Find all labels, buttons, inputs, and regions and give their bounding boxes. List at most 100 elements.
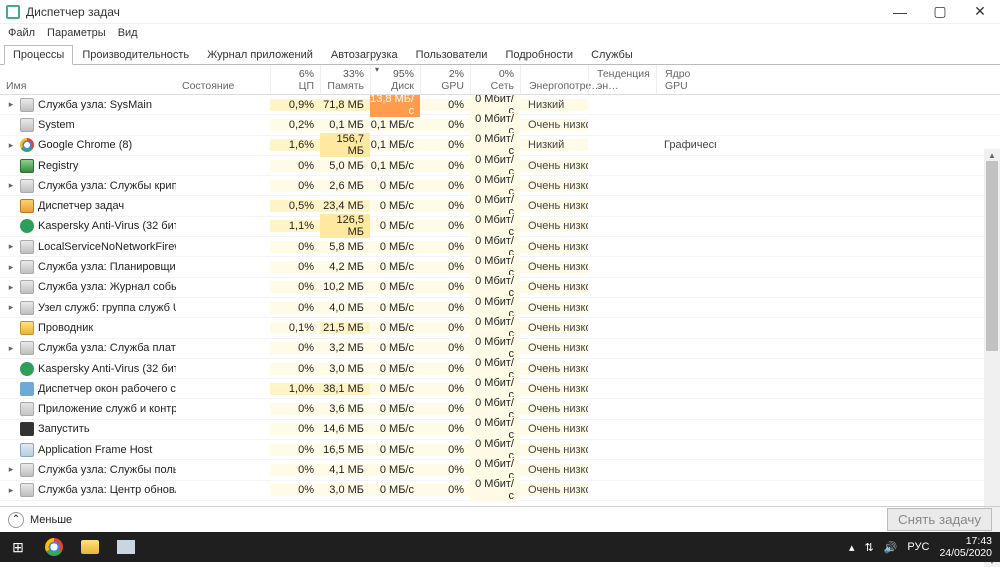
fewer-details-button[interactable]: Меньше xyxy=(30,514,72,526)
process-name: Application Frame Host xyxy=(38,444,152,456)
menubar: Файл Параметры Вид xyxy=(0,24,1000,42)
process-icon xyxy=(20,98,34,112)
process-name: Запустить xyxy=(38,423,90,435)
memory-value: 21,5 МБ xyxy=(320,322,370,334)
expand-icon[interactable]: ▸ xyxy=(6,140,16,151)
tab-details[interactable]: Подробности xyxy=(496,45,582,65)
gpu-value: 0% xyxy=(420,281,470,293)
memory-value: 23,4 МБ xyxy=(320,200,370,212)
header-trend[interactable]: Тенденция эн… xyxy=(588,65,656,94)
expand-icon[interactable]: ▸ xyxy=(6,302,16,313)
minimize-button[interactable]: — xyxy=(880,0,920,24)
cpu-value: 0% xyxy=(270,342,320,354)
gpu-value: 0% xyxy=(420,220,470,232)
gpu-value: 0% xyxy=(420,484,470,496)
process-name: Диспетчер окон рабочего стола xyxy=(38,383,176,395)
header-name[interactable]: Имя xyxy=(0,65,176,94)
expand-icon[interactable]: ▸ xyxy=(6,262,16,273)
tray-overflow-icon[interactable]: ▴ xyxy=(849,541,855,554)
tab-performance[interactable]: Производительность xyxy=(73,45,198,65)
header-memory[interactable]: 33%Память xyxy=(320,65,370,94)
memory-value: 10,2 МБ xyxy=(320,281,370,293)
memory-value: 5,0 МБ xyxy=(320,160,370,172)
process-name: Узел служб: группа служб Uni… xyxy=(38,302,176,314)
process-icon xyxy=(20,443,34,457)
tab-users[interactable]: Пользователи xyxy=(407,45,497,65)
memory-value: 14,6 МБ xyxy=(320,423,370,435)
power-value: Очень низкое xyxy=(520,180,588,192)
header-disk[interactable]: ▾95%Диск xyxy=(370,65,420,94)
cpu-value: 0,2% xyxy=(270,119,320,131)
header-cpu[interactable]: 6%ЦП xyxy=(270,65,320,94)
cpu-value: 0% xyxy=(270,302,320,314)
header-status[interactable]: Состояние xyxy=(176,65,270,94)
cpu-value: 0% xyxy=(270,403,320,415)
gpucore-value: Графическ… xyxy=(656,139,716,151)
cpu-value: 1,6% xyxy=(270,139,320,151)
process-name: LocalServiceNoNetworkFirewall … xyxy=(38,241,176,253)
process-icon xyxy=(20,341,34,355)
process-name: Kaspersky Anti-Virus (32 бита) xyxy=(38,220,176,232)
disk-value: 0 МБ/с xyxy=(370,484,420,496)
power-value: Очень низкое xyxy=(520,363,588,375)
process-icon xyxy=(20,159,34,173)
expand-icon[interactable]: ▸ xyxy=(6,343,16,354)
expand-icon[interactable]: ▸ xyxy=(6,99,16,110)
scroll-up-icon[interactable]: ▲ xyxy=(984,149,1000,161)
power-value: Очень низкое xyxy=(520,383,588,395)
process-name: Служба узла: Службы пользо… xyxy=(38,464,176,476)
bottom-bar: ⌃ Меньше Снять задачу xyxy=(0,506,1000,532)
process-icon xyxy=(20,422,34,436)
disk-value: 0 МБ/с xyxy=(370,180,420,192)
cpu-value: 0% xyxy=(270,464,320,476)
header-network[interactable]: 0%Сеть xyxy=(470,65,520,94)
taskbar-explorer[interactable] xyxy=(72,532,108,562)
tab-app-history[interactable]: Журнал приложений xyxy=(198,45,322,65)
tab-startup[interactable]: Автозагрузка xyxy=(322,45,407,65)
end-task-button[interactable]: Снять задачу xyxy=(887,508,992,531)
header-gpucore[interactable]: Ядро GPU xyxy=(656,65,716,94)
process-name: Служба узла: Центр обновлен… xyxy=(38,484,176,496)
scroll-thumb[interactable] xyxy=(986,161,998,351)
tab-processes[interactable]: Процессы xyxy=(4,45,73,65)
collapse-details-icon[interactable]: ⌃ xyxy=(8,512,24,528)
gpu-value: 0% xyxy=(420,322,470,334)
header-gpu[interactable]: 2%GPU xyxy=(420,65,470,94)
disk-value: 0 МБ/с xyxy=(370,464,420,476)
expand-icon[interactable]: ▸ xyxy=(6,464,16,475)
menu-options[interactable]: Параметры xyxy=(47,27,106,39)
process-icon xyxy=(20,280,34,294)
expand-icon[interactable]: ▸ xyxy=(6,485,16,496)
memory-value: 4,2 МБ xyxy=(320,261,370,273)
menu-view[interactable]: Вид xyxy=(118,27,138,39)
power-value: Очень низкое xyxy=(520,220,588,232)
process-icon xyxy=(20,463,34,477)
close-button[interactable]: ✕ xyxy=(960,0,1000,24)
process-row[interactable]: ▸Служба узла: Центр обновлен…0%3,0 МБ0 М… xyxy=(0,481,1000,501)
tray-clock[interactable]: 17:43 24/05/2020 xyxy=(939,535,992,559)
tray-language[interactable]: РУС xyxy=(907,541,929,553)
expand-icon[interactable]: ▸ xyxy=(6,241,16,252)
process-name: Проводник xyxy=(38,322,93,334)
memory-value: 2,6 МБ xyxy=(320,180,370,192)
taskbar-mail[interactable] xyxy=(108,532,144,562)
tray-sound-icon[interactable]: 🔊 xyxy=(884,541,898,554)
expand-icon[interactable]: ▸ xyxy=(6,282,16,293)
cpu-value: 0% xyxy=(270,160,320,172)
expand-icon[interactable]: ▸ xyxy=(6,180,16,191)
tray-wifi-icon[interactable]: ⇅ xyxy=(864,541,873,554)
mail-icon xyxy=(117,540,135,554)
taskbar-chrome[interactable] xyxy=(36,532,72,562)
tab-services[interactable]: Службы xyxy=(582,45,642,65)
maximize-button[interactable]: ▢ xyxy=(920,0,960,24)
menu-file[interactable]: Файл xyxy=(8,27,35,39)
process-icon xyxy=(20,382,34,396)
header-power[interactable]: Энергопотре… xyxy=(520,65,588,94)
disk-value: 0 МБ/с xyxy=(370,281,420,293)
vertical-scrollbar[interactable]: ▲ ▼ xyxy=(984,149,1000,567)
power-value: Очень низкое xyxy=(520,444,588,456)
cpu-value: 1,1% xyxy=(270,220,320,232)
disk-value: 0 МБ/с xyxy=(370,444,420,456)
start-button[interactable]: ⊞ xyxy=(0,532,36,562)
gpu-value: 0% xyxy=(420,180,470,192)
